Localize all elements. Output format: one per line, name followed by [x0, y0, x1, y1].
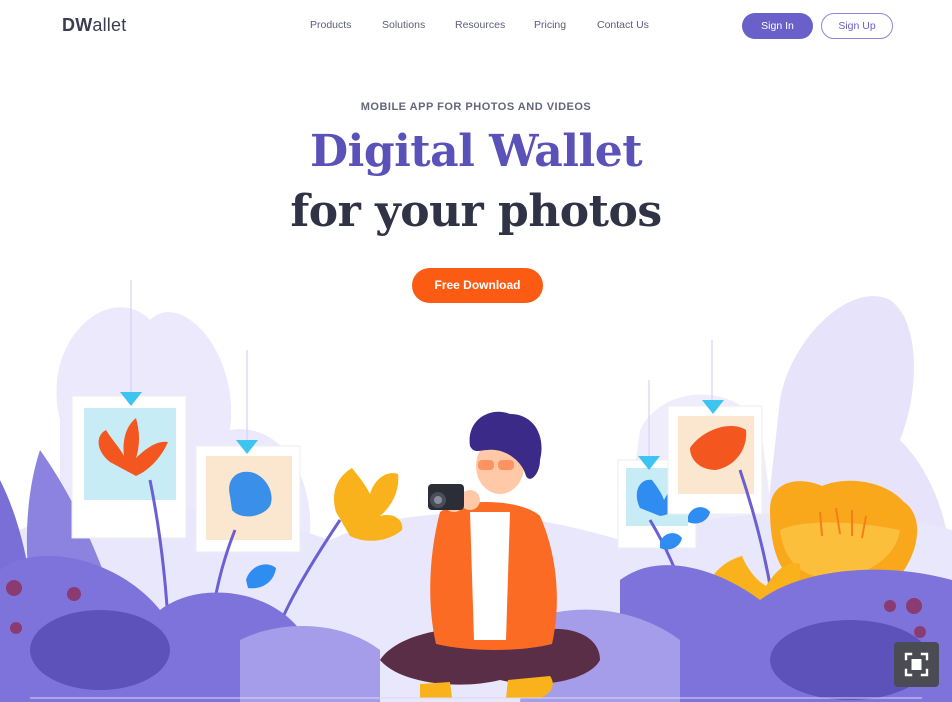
yellow-fan-flower-left: [333, 468, 403, 541]
hero-eyebrow: MOBILE APP FOR PHOTOS AND VIDEOS: [360, 101, 592, 113]
top-navigation: DWallet Products Solutions Resources Pri…: [0, 0, 952, 52]
fullscreen-button[interactable]: [894, 642, 939, 687]
polaroid-left: [71, 392, 187, 539]
nav-link-resources[interactable]: Resources: [455, 19, 505, 31]
hero-illustration: [0, 280, 952, 702]
free-download-button[interactable]: Free Download: [412, 268, 543, 303]
nav-link-products[interactable]: Products: [310, 19, 351, 31]
hero-title-line-2: for your photos: [290, 186, 662, 237]
nav-link-contact-us[interactable]: Contact Us: [597, 19, 649, 31]
nav-link-pricing[interactable]: Pricing: [534, 19, 566, 31]
sign-in-button[interactable]: Sign In: [742, 13, 813, 39]
hero-title-line-1: Digital Wallet: [309, 126, 643, 177]
logo[interactable]: DWallet: [62, 15, 126, 36]
logo-bold: DW: [62, 15, 93, 35]
fullscreen-icon: [904, 652, 929, 677]
nav-link-solutions[interactable]: Solutions: [382, 19, 425, 31]
sign-up-button[interactable]: Sign Up: [821, 13, 893, 39]
polaroid-center-left: [195, 440, 301, 553]
logo-light: allet: [92, 15, 127, 35]
